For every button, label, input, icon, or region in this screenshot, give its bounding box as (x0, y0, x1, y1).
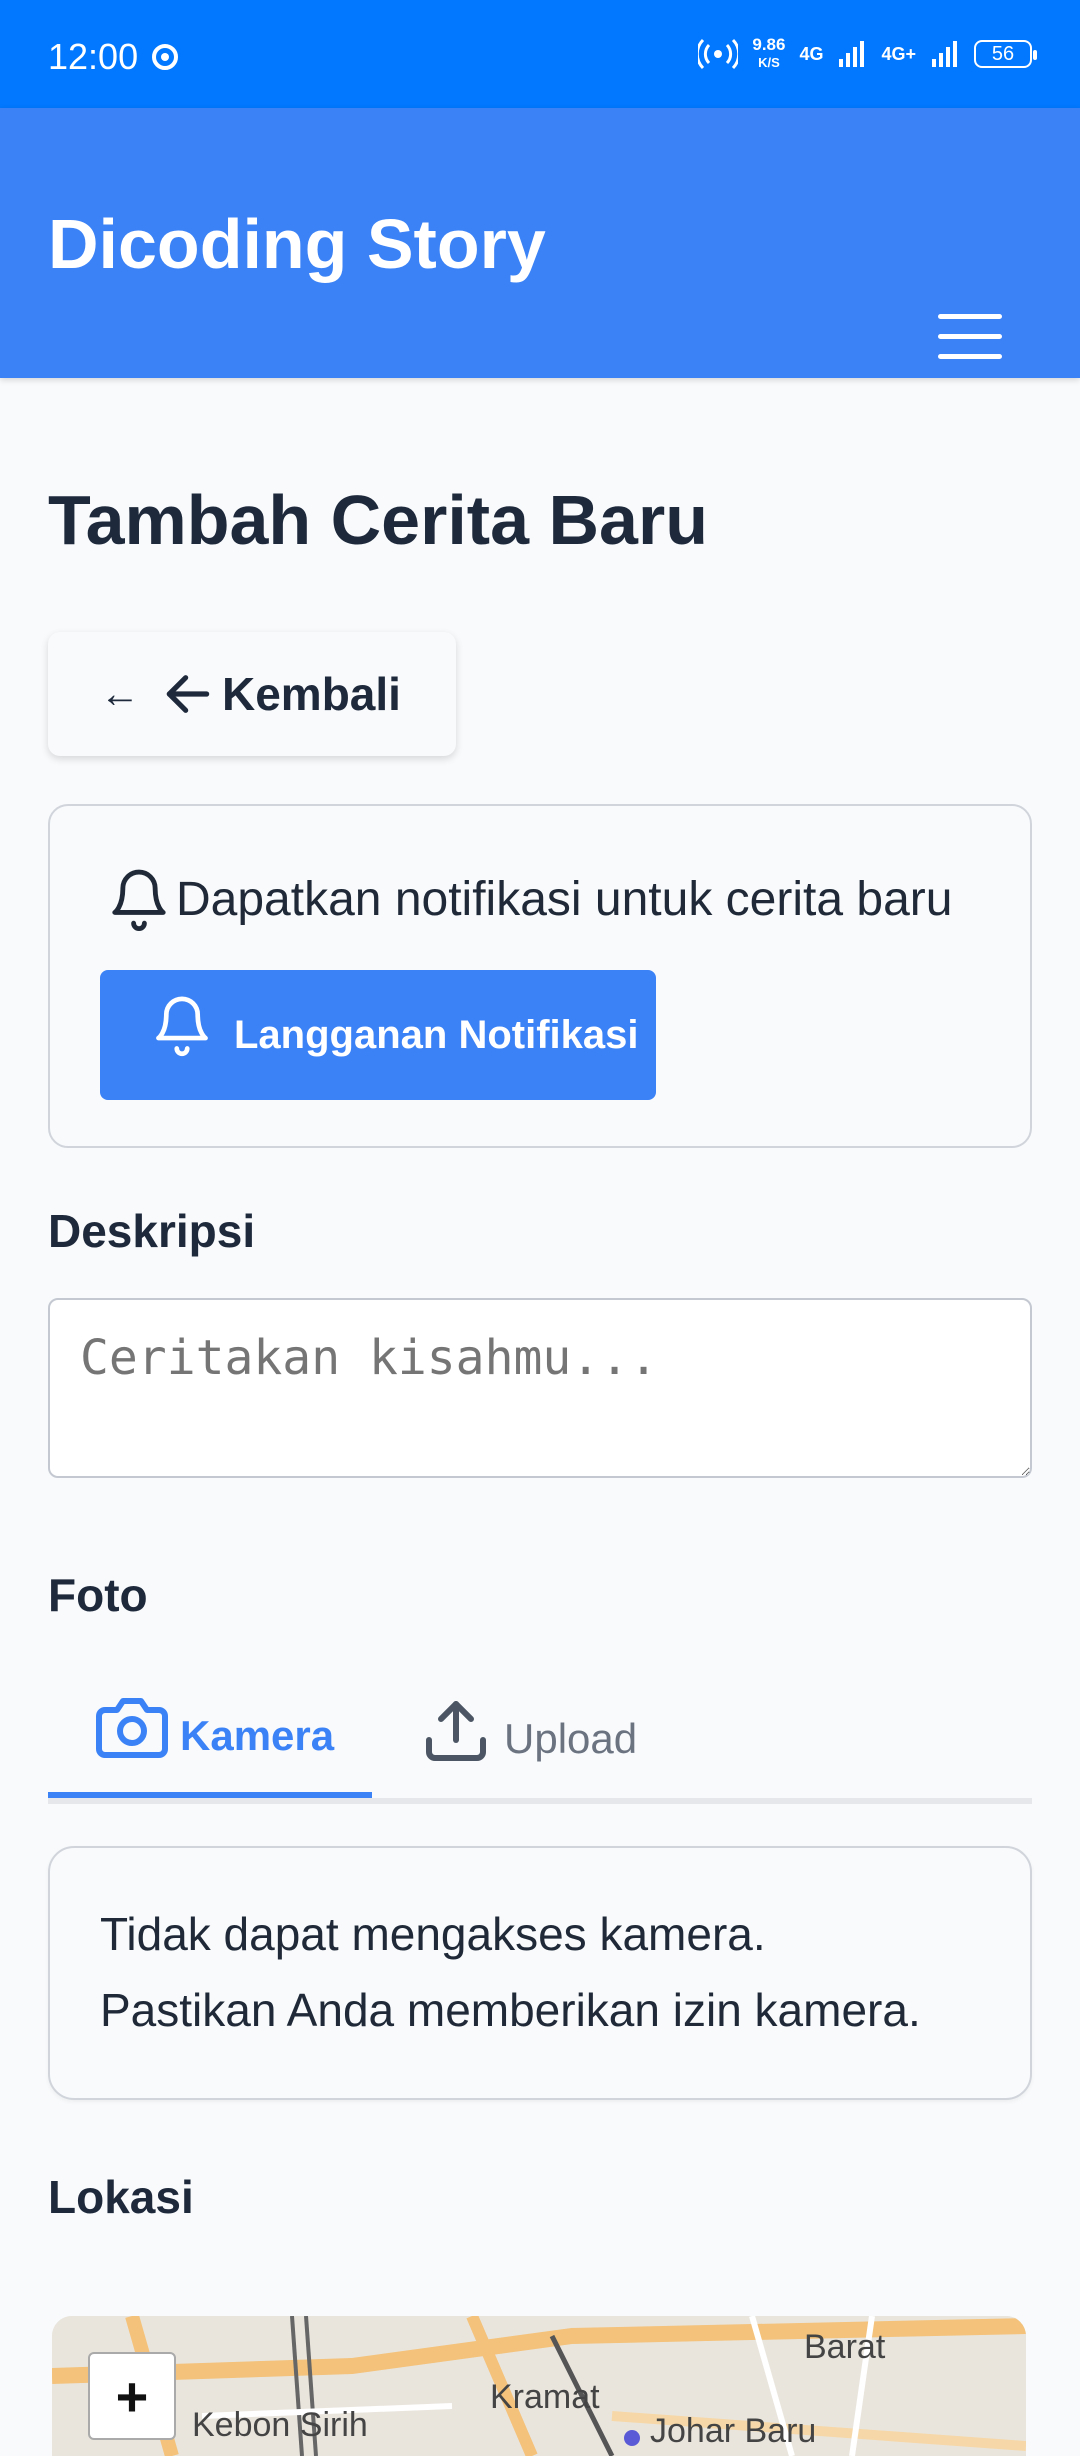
chrome-icon (152, 44, 178, 70)
notification-text: Dapatkan notifikasi untuk cerita baru (176, 872, 953, 926)
camera-error-message: Tidak dapat mengakses kamera. Pastikan A… (48, 1846, 1032, 2100)
description-label: Deskripsi (48, 1205, 256, 1257)
camera-error-line1: Tidak dapat mengakses kamera. (100, 1908, 766, 1960)
tab-upload[interactable]: Upload (420, 1680, 637, 1798)
upload-icon (426, 1701, 486, 1761)
bell-icon (156, 996, 208, 1057)
hotspot-icon (698, 38, 739, 70)
signal-icon (839, 41, 865, 67)
app-title[interactable]: Dicoding Story (48, 204, 546, 284)
notification-card: Dapatkan notifikasi untuk cerita baru La… (48, 804, 1032, 1148)
status-bar: 12:00 9.86 K/S 4G 4G+ 56 (0, 0, 1080, 108)
zoom-in-button[interactable]: + (88, 2352, 176, 2440)
back-arrow-text: ← (100, 671, 140, 716)
sim1-type: 4G (799, 43, 824, 64)
location-label: Lokasi (48, 2171, 194, 2223)
page-title: Tambah Cerita Baru (48, 481, 708, 559)
description-input[interactable] (48, 1298, 1032, 1478)
subscribe-notification-button[interactable]: Langganan Notifikasi (100, 970, 656, 1100)
photo-tabs: Kamera Upload (48, 1680, 1032, 1804)
location-map[interactable]: + Barat Kebon Sirih Kramat Johar Baru (52, 2316, 1026, 2456)
camera-error-line2: Pastikan Anda memberikan izin kamera. (100, 1984, 921, 2036)
map-label: Kebon Sirih (192, 2406, 368, 2444)
sim2-type: 4G+ (881, 43, 916, 64)
bell-icon (112, 869, 166, 931)
network-speed: 9.86 K/S (752, 35, 786, 71)
back-label: Kembali (222, 668, 401, 720)
back-button[interactable]: ← Kembali (48, 632, 456, 756)
map-label: Barat (804, 2328, 886, 2366)
camera-icon (96, 1698, 168, 1758)
hamburger-menu-icon[interactable] (938, 314, 1002, 366)
notification-prompt: Dapatkan notifikasi untuk cerita baru (106, 864, 952, 934)
subscribe-button-label: Langganan Notifikasi (234, 1012, 639, 1057)
tab-upload-label: Upload (504, 1715, 638, 1762)
arrow-left-icon (166, 675, 210, 713)
signal-icon (932, 41, 957, 67)
status-icons: 9.86 K/S 4G 4G+ 56 (698, 32, 1037, 76)
tab-camera[interactable]: Kamera (48, 1680, 372, 1798)
photo-label: Foto (48, 1569, 148, 1621)
map-label: Johar Baru (650, 2412, 817, 2450)
app-header: Dicoding Story (0, 108, 1080, 378)
status-time: 12:00 (48, 36, 139, 77)
map-label: Kramat (490, 2378, 600, 2416)
tab-camera-label: Kamera (180, 1712, 335, 1759)
battery-icon: 56 (974, 40, 1037, 68)
